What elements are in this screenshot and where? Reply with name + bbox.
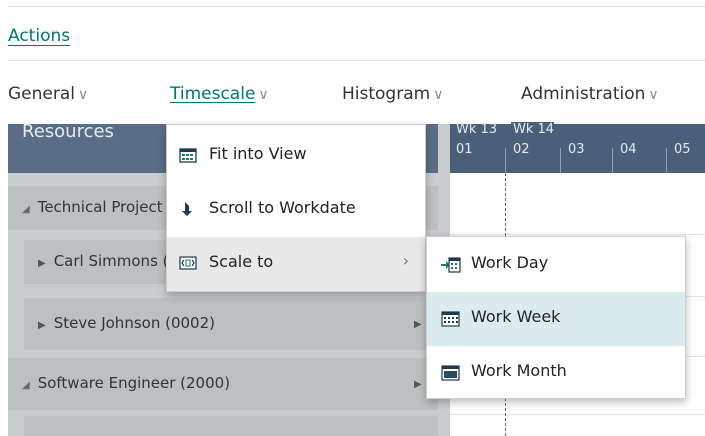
collapse-triangle-icon[interactable]: ◢ xyxy=(22,204,30,215)
menu-general[interactable]: General ∨ xyxy=(8,84,88,104)
timescale-dropdown: Fit into View Scroll to Workdate Scale t… xyxy=(166,124,426,292)
chevron-down-icon: ∨ xyxy=(78,87,89,103)
work-week-label: Work Week xyxy=(471,307,561,326)
menu-timescale[interactable]: Timescale ∨ xyxy=(170,84,269,104)
resource-row[interactable] xyxy=(24,416,438,436)
action-menubar: General ∨ Timescale ∨ Histogram ∨ Administr… xyxy=(8,78,705,118)
menu-general-label: General xyxy=(8,84,75,104)
work-month-icon xyxy=(441,364,461,382)
chevron-right-icon: › xyxy=(402,251,409,270)
scale-to-item[interactable]: Scale to › xyxy=(167,237,425,291)
scroll-to-workdate-label: Scroll to Workdate xyxy=(209,198,356,217)
day-label: 02 xyxy=(513,142,530,157)
chevron-down-icon: ∨ xyxy=(258,87,269,103)
day-divider xyxy=(612,148,613,173)
chevron-down-icon: ∨ xyxy=(433,87,444,103)
menu-histogram-label: Histogram xyxy=(342,84,431,104)
fit-into-view-item[interactable]: Fit into View xyxy=(167,129,425,183)
resource-row[interactable]: ▶ Steve Johnson (0002) xyxy=(24,298,438,350)
scroll-to-workdate-item[interactable]: Scroll to Workdate xyxy=(167,183,425,237)
menu-administration[interactable]: Administration ∨ xyxy=(521,84,659,104)
timeline-header: Wk 13 Wk 14 01 02 03 04 05 xyxy=(450,122,705,173)
top-divider xyxy=(8,6,705,7)
scroll-arrow-icon xyxy=(179,200,197,218)
day-divider xyxy=(505,148,506,173)
menu-divider xyxy=(8,60,705,61)
fit-into-view-label: Fit into View xyxy=(209,144,307,163)
resource-group-row[interactable]: ◢ Software Engineer (2000) xyxy=(8,358,438,410)
scale-icon xyxy=(179,254,197,272)
actions-link[interactable]: Actions xyxy=(8,26,70,46)
row-arrow-icon: ▶ xyxy=(414,379,422,390)
day-label: 03 xyxy=(568,142,585,157)
resource-label: Software Engineer (2000) xyxy=(37,374,231,392)
chevron-down-icon: ∨ xyxy=(648,87,659,103)
week-label: Wk 13 xyxy=(456,122,498,137)
expand-triangle-icon[interactable]: ▶ xyxy=(38,320,46,331)
scale-to-submenu: Work Day Work Week Work Month xyxy=(426,236,686,399)
resource-label: Steve Johnson (0002) xyxy=(53,314,215,332)
grid-line xyxy=(450,414,705,415)
grid-line xyxy=(450,234,705,235)
day-label: 05 xyxy=(674,142,691,157)
scale-to-label: Scale to xyxy=(209,252,274,271)
resources-title: Resources xyxy=(22,121,114,142)
expand-triangle-icon[interactable]: ▶ xyxy=(38,258,46,269)
work-day-icon xyxy=(441,256,461,274)
day-divider xyxy=(560,148,561,173)
menu-administration-label: Administration xyxy=(521,84,646,104)
fit-into-view-icon xyxy=(179,146,197,164)
work-week-icon xyxy=(441,310,461,328)
day-divider xyxy=(666,148,667,173)
work-day-label: Work Day xyxy=(471,253,549,272)
work-month-label: Work Month xyxy=(471,361,567,380)
row-arrow-icon: ▶ xyxy=(414,319,422,330)
collapse-triangle-icon[interactable]: ◢ xyxy=(22,380,30,391)
work-day-item[interactable]: Work Day xyxy=(427,238,685,292)
work-week-item[interactable]: Work Week xyxy=(427,292,685,346)
day-label: 04 xyxy=(620,142,637,157)
work-month-item[interactable]: Work Month xyxy=(427,346,685,400)
week-label: Wk 14 xyxy=(511,122,555,137)
day-label: 01 xyxy=(456,142,473,157)
menu-timescale-label: Timescale xyxy=(170,84,256,104)
menu-histogram[interactable]: Histogram ∨ xyxy=(342,84,443,104)
